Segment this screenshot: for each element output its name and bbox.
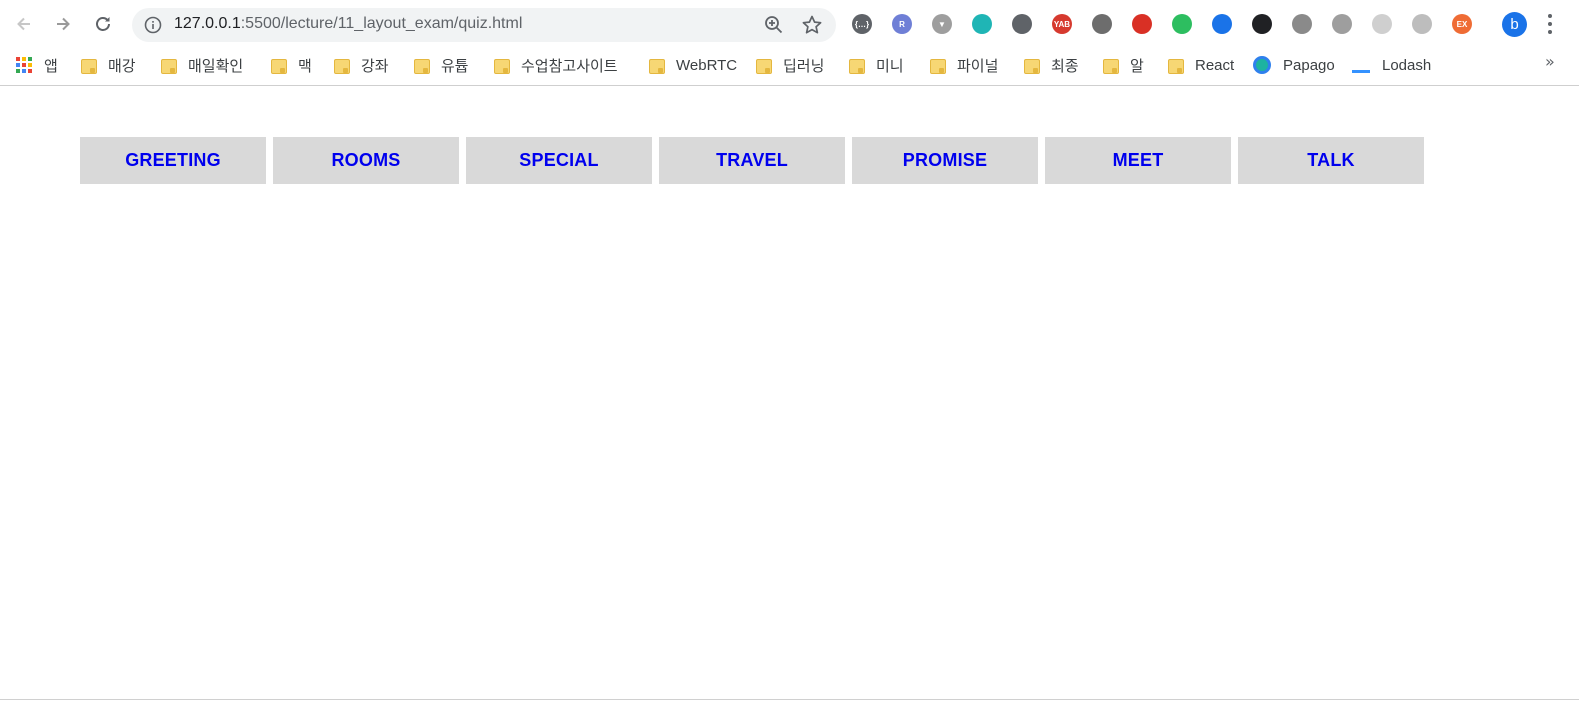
folder-icon (648, 57, 665, 74)
bookmark-item[interactable]: 미니 (848, 54, 904, 76)
menu-item-promise[interactable]: PROMISE (852, 137, 1038, 184)
window-ext-icon[interactable] (1291, 13, 1313, 35)
code-ext-icon[interactable]: {…} (851, 13, 873, 35)
url-host: 127.0.0.1 (174, 15, 241, 32)
bottom-edge (0, 699, 1579, 705)
bookmark-label: 수업참고사이트 (521, 57, 618, 75)
folder-icon (493, 57, 510, 74)
bookmark-label: React (1195, 56, 1235, 74)
folder-icon (929, 57, 946, 74)
bookmark-item[interactable]: Papago (1253, 54, 1335, 76)
yab-ext-icon[interactable]: YAB (1051, 13, 1073, 35)
bookmark-item[interactable]: React (1167, 54, 1234, 76)
bookmark-label: 최종 (1051, 57, 1079, 75)
folder-icon (848, 57, 865, 74)
bookmark-label: 매강 (108, 57, 136, 75)
url-path: :5500/lecture/11_layout_exam/quiz.html (240, 15, 523, 32)
page-content: GREETING ROOMS SPECIAL TRAVEL PROMISE MEET TAL… (0, 87, 1579, 705)
menu-item-talk[interactable]: TALK (1238, 137, 1424, 184)
menu-item-rooms[interactable]: ROOMS (273, 137, 459, 184)
tampermonkey-ext-icon[interactable] (1251, 13, 1273, 35)
folder-icon (333, 57, 350, 74)
bookmark-label: 유튭 (441, 57, 469, 75)
r-ext-icon[interactable]: R (891, 13, 913, 35)
bookmark-item[interactable]: 맥 (270, 54, 312, 76)
apps-grid-icon (16, 57, 32, 73)
bookmark-item[interactable]: 강좌 (333, 54, 389, 76)
bookmark-label: Papago (1283, 56, 1335, 74)
profile-avatar[interactable]: b (1502, 12, 1527, 37)
bookmarks-overflow-button[interactable]: » (1545, 52, 1555, 71)
arrow-left-icon (17, 17, 30, 31)
main-menu: GREETING ROOMS SPECIAL TRAVEL PROMISE MEET TAL… (80, 137, 1424, 184)
info-icon[interactable] (144, 16, 162, 34)
forward-button[interactable] (51, 12, 75, 36)
bookmark-label: 강좌 (361, 57, 389, 75)
stop-ext-icon[interactable] (1131, 13, 1153, 35)
bookmark-label: 딥러닝 (783, 57, 825, 75)
vue-ext-icon[interactable]: ▼ (931, 13, 953, 35)
pattern-ext-icon[interactable] (1371, 13, 1393, 35)
bookmark-item[interactable]: 딥러닝 (755, 54, 824, 76)
bookmark-apps-label: 앱 (44, 57, 58, 75)
browser-toolbar: 127.0.0.1:5500/lecture/11_layout_exam/qu… (0, 0, 1579, 48)
bookmark-item[interactable]: 파이널 (929, 54, 998, 76)
lodash-icon (1352, 69, 1370, 73)
address-bar[interactable]: 127.0.0.1:5500/lecture/11_layout_exam/qu… (132, 8, 836, 42)
bookmark-label: 매일확인 (188, 57, 244, 75)
papago-icon (1253, 56, 1271, 74)
evernote-ext-icon[interactable] (1171, 13, 1193, 35)
bookmark-item[interactable]: Lodash (1352, 54, 1431, 76)
bookmark-label: Lodash (1382, 56, 1432, 74)
bookmark-label: 알 (1130, 57, 1144, 75)
bookmark-apps[interactable]: 앱 (16, 54, 58, 76)
folder-icon (1023, 57, 1040, 74)
folder-icon (270, 57, 287, 74)
bookmark-label: WebRTC (676, 56, 738, 74)
bookmark-label: 파이널 (957, 57, 999, 75)
screen-ext-icon[interactable] (1331, 13, 1353, 35)
target-ext-icon[interactable] (1411, 13, 1433, 35)
bookmark-item[interactable]: WebRTC (648, 54, 737, 76)
reload-icon (96, 17, 110, 31)
bookmark-item[interactable]: 매강 (80, 54, 136, 76)
menu-item-meet[interactable]: MEET (1045, 137, 1231, 184)
bookmarks-bar: 앱 매강 매일확인 맥 강좌 유튭 수업참고사이트 WebRTC 딥러닝 미니 파이널 최종 알 Rea… (0, 48, 1579, 86)
menu-item-special[interactable]: SPECIAL (466, 137, 652, 184)
bookmark-star-icon[interactable] (801, 14, 823, 36)
back-button[interactable] (12, 12, 36, 36)
browser-menu-button[interactable] (1544, 12, 1556, 36)
zoom-icon[interactable] (764, 15, 784, 35)
bookmark-label: 맥 (298, 57, 312, 75)
folder-icon (80, 57, 97, 74)
folder-icon (160, 57, 177, 74)
bookmark-item[interactable]: 최종 (1023, 54, 1079, 76)
picker-ext-icon[interactable] (1211, 13, 1233, 35)
monitor-ext-icon[interactable] (1011, 13, 1033, 35)
bookmark-item[interactable]: 유튭 (413, 54, 469, 76)
folder-icon (413, 57, 430, 74)
bookmark-item[interactable]: 알 (1102, 54, 1144, 76)
bookmark-item[interactable]: 수업참고사이트 (493, 54, 618, 76)
bookmark-label: 미니 (876, 57, 904, 75)
folder-icon (755, 57, 772, 74)
url-text[interactable]: 127.0.0.1:5500/lecture/11_layout_exam/qu… (174, 15, 522, 33)
film-ext-icon[interactable] (1091, 13, 1113, 35)
menu-item-greeting[interactable]: GREETING (80, 137, 266, 184)
teal-ext-icon[interactable] (971, 13, 993, 35)
folder-icon (1167, 57, 1184, 74)
reload-button[interactable] (91, 12, 115, 36)
ex-ext-icon[interactable]: EX (1451, 13, 1473, 35)
folder-icon (1102, 57, 1119, 74)
menu-item-travel[interactable]: TRAVEL (659, 137, 845, 184)
arrow-right-icon (57, 17, 70, 31)
bookmark-item[interactable]: 매일확인 (160, 54, 243, 76)
